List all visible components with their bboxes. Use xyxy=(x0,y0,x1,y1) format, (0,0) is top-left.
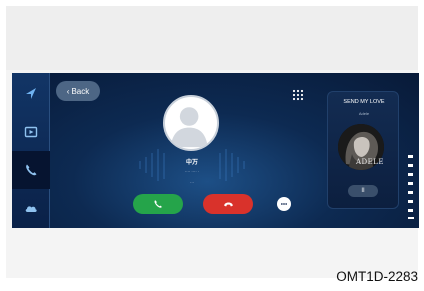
keypad-icon[interactable] xyxy=(292,89,304,101)
sidebar-item-navigation[interactable] xyxy=(12,75,50,113)
sidebar-item-media[interactable] xyxy=(12,113,50,151)
person-silhouette-icon xyxy=(170,107,208,148)
phone-accept-icon xyxy=(154,200,162,208)
message-icon xyxy=(281,203,287,205)
sidebar-item-phone[interactable] xyxy=(12,151,50,189)
caller-name: 中万 xyxy=(185,160,198,166)
caller-number: ···· ···· · xyxy=(184,169,200,174)
back-button[interactable]: ‹ Back xyxy=(56,81,100,101)
chevron-left-icon: ‹ xyxy=(66,86,70,96)
artist-name: Adele xyxy=(358,111,370,116)
contact-avatar xyxy=(163,95,219,151)
status-icons-strip xyxy=(408,155,414,219)
pause-button[interactable]: II xyxy=(348,185,378,197)
message-button[interactable] xyxy=(277,197,291,211)
phone-icon xyxy=(26,164,37,176)
navigation-arrow-icon xyxy=(26,88,36,99)
back-label: Back xyxy=(71,86,90,96)
decline-call-button[interactable] xyxy=(203,194,253,214)
sidebar-item-connected-services[interactable] xyxy=(12,189,50,227)
phone-decline-icon xyxy=(223,202,233,206)
image-reference-code: OMT1D-2283 xyxy=(336,269,418,284)
media-player-icon xyxy=(24,126,38,138)
infotainment-screen: ‹ Back 中万 ···· ···· · ··· SEND MY LOVE A… xyxy=(12,73,419,228)
sidebar xyxy=(12,73,50,228)
page-top-band xyxy=(6,6,418,70)
accept-call-button[interactable] xyxy=(133,194,183,214)
album-cover-text: ADELE xyxy=(356,158,385,166)
now-playing-card[interactable]: SEND MY LOVE Adele ADELE II xyxy=(327,91,399,209)
song-title: SEND MY LOVE xyxy=(343,99,385,105)
call-status: ··· xyxy=(190,180,194,185)
cloud-icon xyxy=(25,206,37,212)
